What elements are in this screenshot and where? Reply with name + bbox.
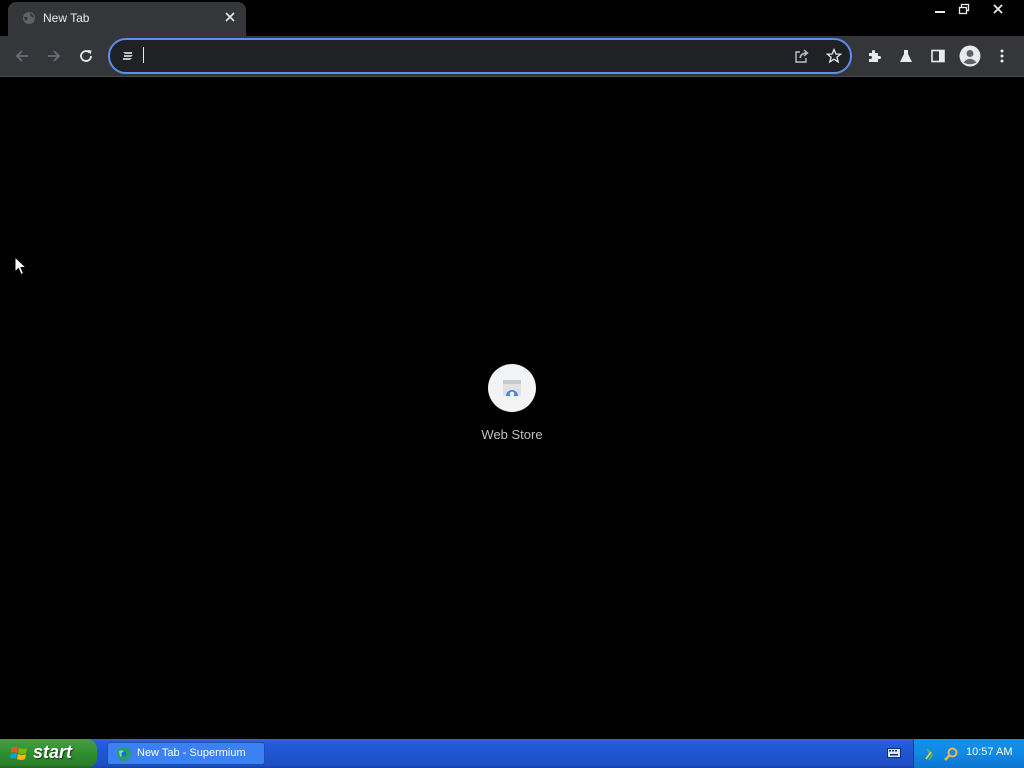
address-input[interactable] xyxy=(142,44,786,70)
search-icon[interactable] xyxy=(943,746,959,762)
taskbar: start New Tab - Supermium 10:57 AM xyxy=(0,739,1024,768)
close-icon[interactable] xyxy=(222,9,238,25)
reload-icon[interactable] xyxy=(72,42,100,70)
profile-icon[interactable] xyxy=(956,42,984,70)
kebab-menu-icon[interactable] xyxy=(988,42,1016,70)
minimize-icon[interactable] xyxy=(929,0,951,18)
tab-strip: New Tab xyxy=(0,0,1024,36)
taskbar-item-label: New Tab - Supermium xyxy=(137,747,246,759)
new-tab-page: Web Store xyxy=(0,77,1024,739)
system-tray: 10:57 AM xyxy=(913,739,1024,768)
restore-icon[interactable] xyxy=(953,0,975,18)
text-caret xyxy=(143,47,144,63)
web-store-icon xyxy=(488,364,536,412)
keyboard-icon[interactable] xyxy=(887,747,901,759)
mouse-cursor-icon xyxy=(14,256,28,276)
network-icon[interactable] xyxy=(924,746,940,762)
start-label: start xyxy=(33,742,73,762)
clock[interactable]: 10:57 AM xyxy=(966,746,1012,758)
address-bar[interactable] xyxy=(108,38,852,74)
shortcut-web-store[interactable]: Web Store xyxy=(470,361,554,451)
share-icon[interactable] xyxy=(792,46,812,66)
back-arrow-icon[interactable] xyxy=(8,42,36,70)
tab-title: New Tab xyxy=(43,11,90,25)
tab-new-tab[interactable]: New Tab xyxy=(8,2,246,36)
windows-logo-icon xyxy=(10,747,27,760)
close-window-icon[interactable] xyxy=(987,0,1009,18)
browser-icon xyxy=(117,747,131,761)
side-panel-icon[interactable] xyxy=(924,42,952,70)
star-icon[interactable] xyxy=(824,46,844,66)
taskbar-item-browser[interactable]: New Tab - Supermium xyxy=(107,742,265,765)
forward-arrow-icon[interactable] xyxy=(40,42,68,70)
browser-toolbar xyxy=(0,36,1024,77)
start-button[interactable]: start xyxy=(0,739,97,768)
site-info-icon[interactable] xyxy=(120,48,136,64)
desktop-screen: New Tab Web Store start New Tab - Superm… xyxy=(0,0,1024,768)
flask-icon[interactable] xyxy=(892,42,920,70)
puzzle-icon[interactable] xyxy=(860,42,888,70)
globe-icon xyxy=(23,12,35,24)
shortcut-label: Web Store xyxy=(481,427,543,442)
